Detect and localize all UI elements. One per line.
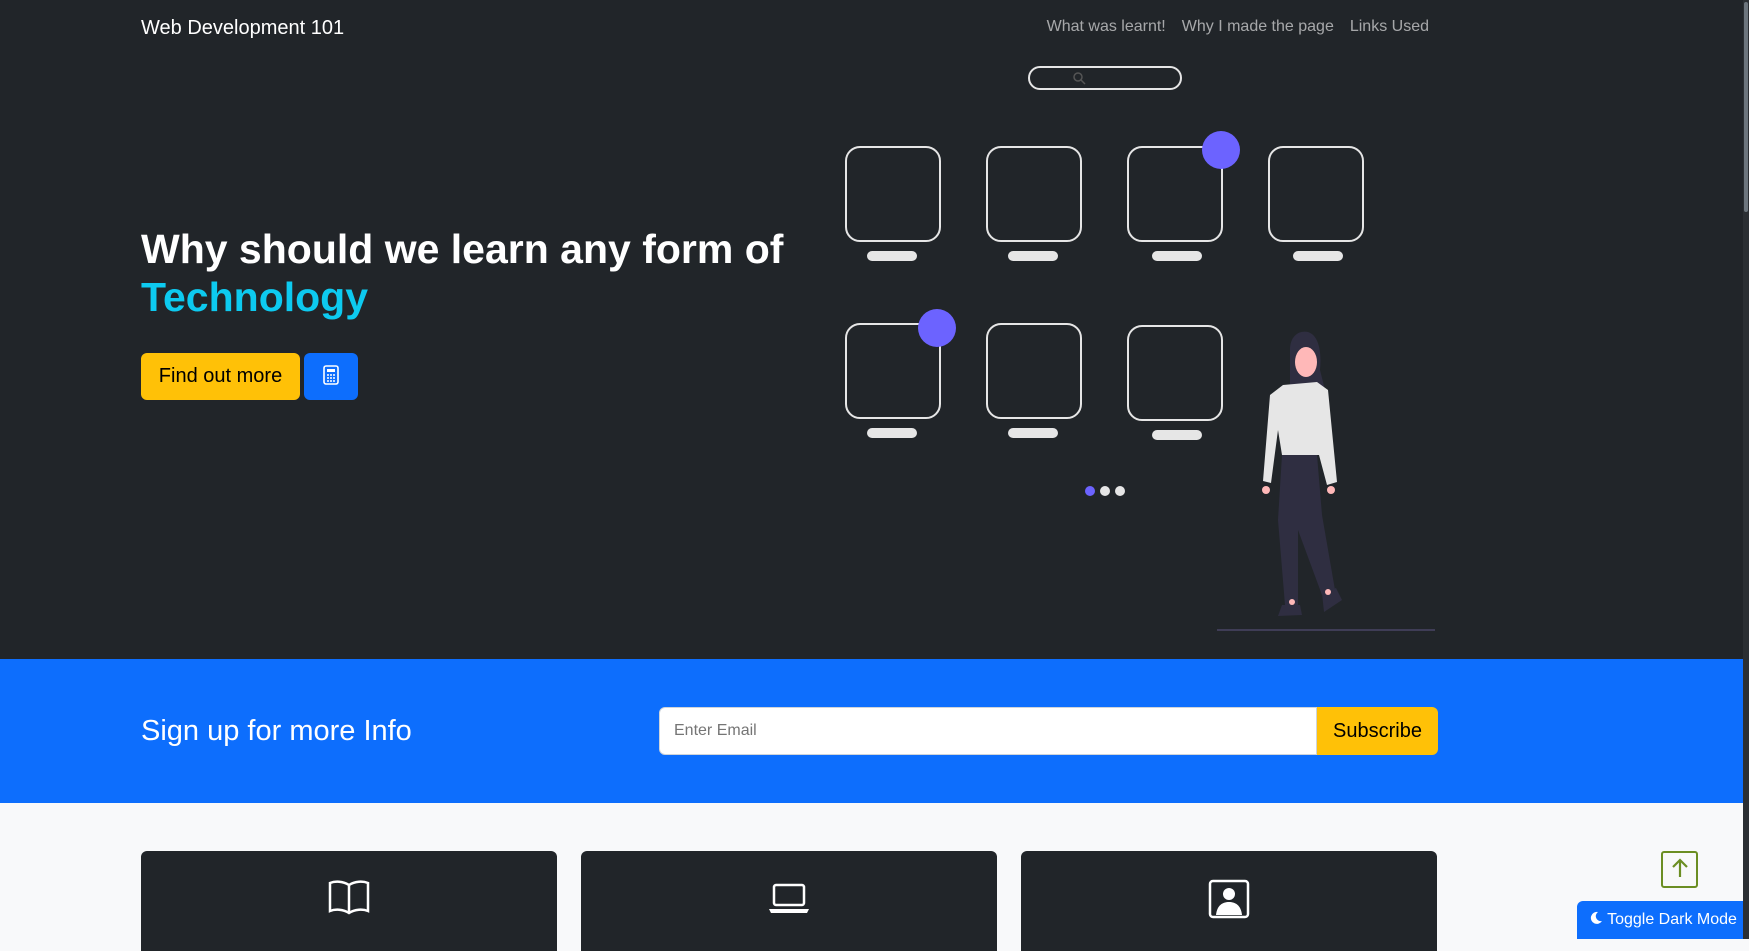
calculator-button[interactable]	[304, 353, 358, 400]
signup-section: Sign up for more Info Subscribe	[0, 659, 1749, 803]
scroll-to-top-button[interactable]	[1661, 851, 1698, 888]
email-input[interactable]	[659, 707, 1317, 755]
toggle-dark-mode-button[interactable]: Toggle Dark Mode	[1577, 901, 1749, 939]
hero-section: Web Development 101 What was learnt! Why…	[0, 0, 1749, 659]
hero-illustration	[845, 66, 1435, 631]
illustration-search-bar	[1028, 66, 1182, 90]
laptop-icon	[768, 879, 810, 951]
navbar-links: What was learnt! Why I made the page Lin…	[1047, 18, 1429, 36]
feature-card-person	[1021, 851, 1437, 951]
hero-title: Why should we learn any form of Technolo…	[141, 225, 783, 321]
find-out-more-button[interactable]: Find out more	[141, 353, 300, 400]
hero-title-accent: Technology	[141, 274, 369, 320]
features-section	[0, 803, 1749, 951]
scrollbar-thumb[interactable]	[1744, 2, 1748, 212]
feature-card-laptop	[581, 851, 997, 951]
book-icon	[328, 879, 370, 951]
toggle-dark-mode-label: Toggle Dark Mode	[1607, 911, 1737, 928]
subscribe-button[interactable]: Subscribe	[1317, 707, 1438, 755]
page-scrollbar[interactable]	[1743, 0, 1749, 939]
nav-link-what-was-learnt[interactable]: What was learnt!	[1047, 18, 1166, 36]
illustration-woman	[1262, 331, 1342, 616]
moon-icon	[1589, 911, 1603, 930]
calculator-icon	[323, 365, 339, 388]
arrow-up-icon	[1670, 857, 1690, 882]
person-square-icon	[1208, 879, 1250, 951]
hero-title-main: Why should we learn any form of	[141, 226, 784, 272]
signup-title: Sign up for more Info	[141, 715, 412, 747]
navbar-brand[interactable]: Web Development 101	[141, 17, 344, 40]
feature-card-book	[141, 851, 557, 951]
nav-link-links-used[interactable]: Links Used	[1350, 18, 1429, 36]
nav-link-why-i-made-the-page[interactable]: Why I made the page	[1182, 18, 1334, 36]
